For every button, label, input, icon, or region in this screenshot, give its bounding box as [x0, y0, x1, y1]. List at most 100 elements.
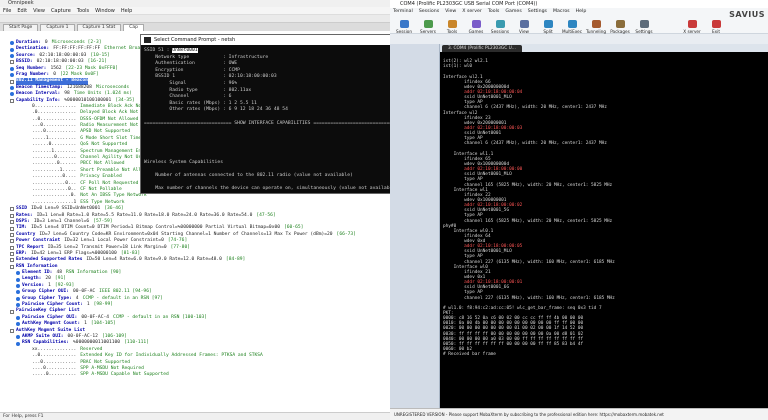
split-icon — [543, 20, 553, 28]
field-icon — [10, 53, 14, 58]
cmd-text: Number of antennas connected to the 802.… — [144, 173, 353, 179]
sessions-sidebar — [390, 44, 440, 408]
field-icon — [16, 290, 20, 295]
tab-1[interactable]: Capture 1 — [40, 24, 75, 31]
brand-logo: SAVIUS — [729, 10, 765, 19]
tab-2[interactable]: Capture 1 Stat — [76, 24, 122, 31]
field-icon — [10, 213, 14, 218]
toolbar-label: View — [519, 29, 529, 34]
moba-menu-terminal[interactable]: Terminal — [393, 8, 413, 16]
toolbar-label: Settings — [635, 29, 653, 34]
field-note: CCMP - default in an RSN [100-103] — [113, 314, 208, 320]
toolbar-button-sessions[interactable]: Sessions — [489, 16, 511, 34]
field-icon — [16, 303, 20, 308]
games-icon — [471, 20, 481, 28]
toolbar-button-x server[interactable]: X server — [681, 16, 703, 34]
menu-item-tools[interactable]: Tools — [77, 7, 89, 14]
field-icon — [16, 271, 20, 276]
field-note: [110-111] — [124, 340, 149, 346]
tools-icon — [447, 20, 457, 28]
moba-menu-view[interactable]: View — [445, 8, 456, 16]
field-icon — [10, 85, 14, 90]
menu-item-help[interactable]: Help — [121, 7, 132, 14]
menu-item-view[interactable]: View — [33, 7, 45, 14]
omnipeek-statusbar: For Help, press F1 — [0, 412, 390, 420]
cmd-text: Channel : 6 — [144, 94, 232, 100]
cmd-selection: UnNet0001 — [172, 48, 198, 53]
menu-item-capture[interactable]: Capture — [51, 7, 71, 14]
toolbar-button-tools[interactable]: Tools — [441, 16, 463, 34]
exit-icon — [711, 20, 721, 28]
toolbar-button-settings[interactable]: Settings — [633, 16, 655, 34]
field-icon — [16, 277, 20, 282]
toolbar-button-split[interactable]: Split — [537, 16, 559, 34]
field-value: .....0.......... — [32, 372, 77, 378]
field-icon — [10, 220, 14, 225]
mobaxterm-toolbar: Session Servers Tools Games Sessions View Spli… — [390, 16, 768, 34]
field-icon — [10, 252, 14, 257]
field-value: 1 — [86, 302, 90, 308]
toolbar-button-view[interactable]: View — [513, 16, 535, 34]
field-icon — [10, 66, 14, 71]
field-icon — [10, 60, 14, 65]
moba-menu-x-server[interactable]: X server — [462, 8, 482, 16]
field-icon — [10, 207, 14, 212]
toolbar-button-multiexec[interactable]: MultiExec — [561, 16, 583, 34]
field-note: [104-105] — [90, 321, 116, 327]
toolbar-label: Sessions — [490, 29, 510, 34]
toolbar-label: Tools — [446, 29, 458, 34]
terminal-icon — [144, 37, 151, 43]
toolbar-button-games[interactable]: Games — [465, 16, 487, 34]
serial-terminal[interactable]: ist(2): wl2 wl2.1 ist(1): wl0 Interface wl… — [440, 52, 768, 408]
toolbar-label: Servers — [420, 29, 436, 34]
menu-item-edit[interactable]: Edit — [17, 7, 27, 14]
toolbar-button-packages[interactable]: Packages — [609, 16, 631, 34]
toolbar-label: Packages — [610, 29, 630, 34]
toolbar-button-spacer — [657, 16, 679, 34]
cmd-text: Basic rates (Mbps) : 1 2 5.5 11 — [144, 100, 257, 106]
menu-item-window[interactable]: Window — [95, 7, 115, 14]
toolbar-label: Exit — [712, 29, 720, 34]
omnipeek-toolbar — [0, 15, 390, 23]
field-icon — [16, 341, 20, 346]
multiexec-icon — [567, 20, 577, 28]
toolbar-button-exit[interactable]: Exit — [705, 16, 727, 34]
moba-menu-tools[interactable]: Tools — [488, 8, 500, 16]
field-icon — [10, 73, 14, 78]
field-icon — [16, 315, 20, 320]
toolbar-button-tunneling[interactable]: Tunneling — [585, 16, 607, 34]
toolbar-button-servers[interactable]: Servers — [417, 16, 439, 34]
tunneling-icon — [591, 20, 601, 28]
field-value: ID=50 Len=4 Rate=6.0 Rate=9.0 Rate=12.0 … — [86, 257, 222, 263]
moba-menu-games[interactable]: Games — [505, 8, 521, 16]
moba-menu-sessions[interactable]: Sessions — [419, 8, 439, 16]
field-icon — [16, 284, 20, 289]
moba-menu-macros[interactable]: Macros — [553, 8, 570, 16]
cmd-text: Radio type : 802.11ax — [144, 87, 252, 93]
field-icon — [10, 258, 14, 263]
tab-0[interactable]: Start Page — [3, 24, 39, 31]
settings-icon — [639, 20, 649, 28]
spacer-icon — [664, 25, 673, 33]
field-icon — [10, 239, 14, 244]
tab-3[interactable]: Cap — [123, 24, 145, 31]
toolbar-button-session[interactable]: Session — [393, 16, 415, 34]
moba-menu-settings[interactable]: Settings — [528, 8, 547, 16]
servers-icon — [423, 20, 433, 28]
cmd-text: Wireless System Capabilities — [144, 160, 224, 166]
toolbar-label: Session — [396, 29, 412, 34]
field-icon — [10, 47, 14, 52]
toolbar-label: X server — [683, 29, 701, 34]
toolbar-label: Games — [468, 29, 484, 34]
cmd-text: Signal : 96% — [144, 80, 238, 86]
cmd-text: =============================== SHOW INT… — [144, 120, 401, 126]
tree-row[interactable]: .....0.......... SPP A-MSDU Capable Not S… — [2, 372, 390, 378]
view-icon — [519, 20, 529, 28]
menu-item-file[interactable]: File — [3, 7, 11, 14]
moba-menu-help[interactable]: Help — [576, 8, 587, 16]
toolbar-label: MultiExec — [561, 29, 583, 34]
field-icon — [10, 264, 14, 269]
session-tab-com4[interactable]: 3. COM4 (Prolific PL2303GC U... — [442, 45, 522, 52]
field-note: [47-56] — [256, 212, 276, 218]
field-note: SPP A-MSDU Capable Not Supported — [80, 372, 169, 378]
